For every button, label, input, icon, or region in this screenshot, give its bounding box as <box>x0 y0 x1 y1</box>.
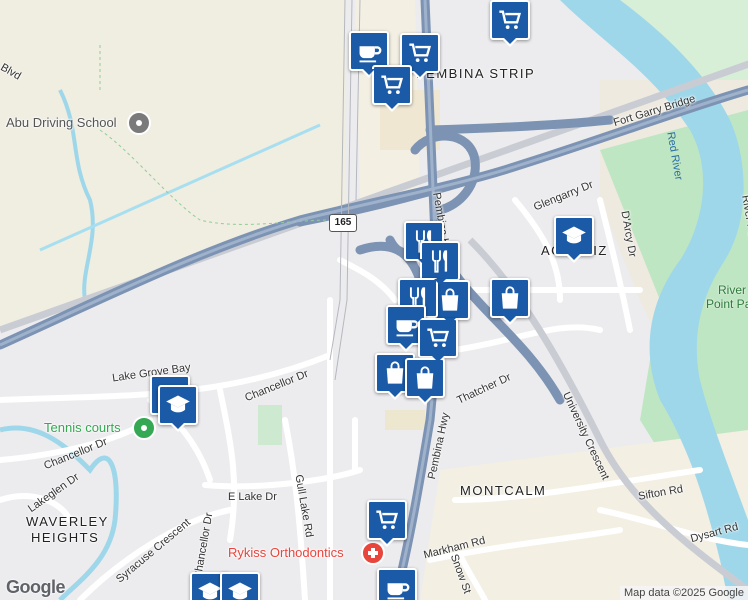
location-icon <box>136 120 142 126</box>
marker-bag[interactable] <box>405 358 445 405</box>
bag-icon <box>416 366 434 389</box>
road-label-e-lake-dr: E Lake Dr <box>228 491 277 503</box>
cart-icon <box>427 328 450 347</box>
cart-icon <box>376 510 399 529</box>
abu-driving-school-pin[interactable] <box>127 111 151 135</box>
marker-school[interactable] <box>158 385 198 432</box>
cart-icon <box>499 10 522 29</box>
marker-cart[interactable] <box>490 0 530 47</box>
bag-icon <box>501 286 519 309</box>
park-label-river: River <box>718 283 747 297</box>
area-label-waverley: WAVERLEY <box>26 514 109 529</box>
marker-bag[interactable] <box>490 278 530 325</box>
marker-cart[interactable] <box>418 318 458 365</box>
medical-icon <box>368 548 378 558</box>
cart-icon <box>381 75 404 94</box>
marker-school[interactable] <box>220 572 260 600</box>
tennis-icon <box>141 425 147 431</box>
restaurant-icon <box>431 250 448 273</box>
area-label-heights: HEIGHTS <box>31 530 100 545</box>
bag-icon <box>441 288 459 311</box>
coffee-icon <box>359 46 382 63</box>
poi-label-abu-driving-school[interactable]: Abu Driving School <box>6 115 117 130</box>
cart-icon <box>409 43 432 62</box>
school-icon <box>562 226 586 244</box>
route-165-shield: 165 <box>329 214 357 232</box>
poi-label-tennis-courts[interactable]: Tennis courts <box>44 420 121 435</box>
marker-cart[interactable] <box>367 500 407 547</box>
park-label-point-park: Point Park <box>706 297 748 311</box>
area-label-montcalm: MONTCALM <box>460 483 547 498</box>
marker-school[interactable] <box>554 216 594 263</box>
coffee-icon <box>387 583 410 600</box>
map-canvas[interactable]: 165 PEMBINA STRIP AGASSIZ MONTCALM WAVER… <box>0 0 748 600</box>
attribution[interactable]: Map data ©2025 Google <box>619 586 748 600</box>
marker-cart[interactable] <box>372 65 412 112</box>
poi-label-rykiss-orthodontics[interactable]: Rykiss Orthodontics <box>228 545 344 560</box>
school-icon <box>228 582 252 600</box>
tennis-courts-pin[interactable] <box>132 416 156 440</box>
google-logo: Google <box>6 577 66 597</box>
marker-coffee[interactable] <box>377 568 417 600</box>
